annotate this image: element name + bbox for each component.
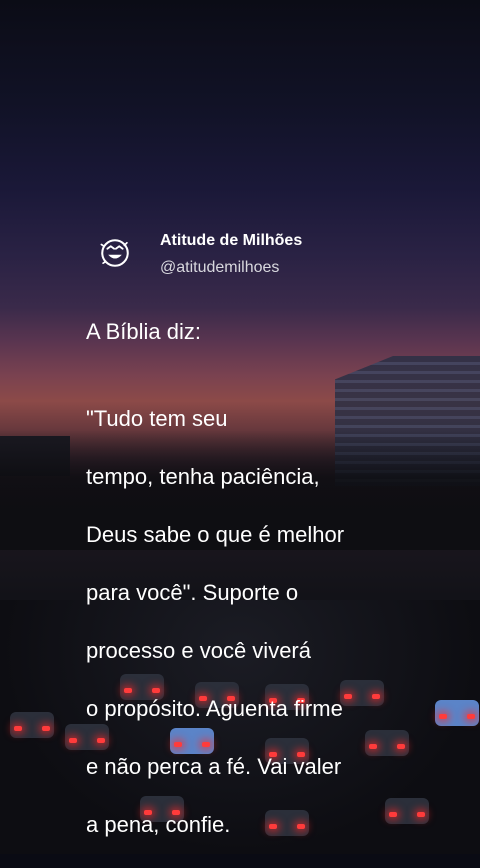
author-name[interactable]: Atitude de Milhões [160,232,302,250]
quote-line: a pena, confie. [86,812,231,837]
quote-line: processo e você viverá [86,638,311,663]
quote-text: A Bíblia diz: "Tudo tem seu tempo, tenha… [86,288,426,868]
author-handle[interactable]: @atitudemilhoes [160,259,279,277]
quote-intro: A Bíblia diz: [86,319,201,344]
quote-line: tempo, tenha paciência, [86,464,320,489]
post-header: Atitude de Milhões @atitudemilhoes [98,230,398,280]
quote-line: o propósito. Aguenta firme [86,696,343,721]
quote-line: para você". Suporte o [86,580,299,605]
quote-line: Deus sabe o que é melhor [86,522,345,547]
car [435,700,479,726]
car [10,712,54,738]
quote-line: "Tudo tem seu [86,406,228,431]
quote-line: e não perca a fé. Vai valer [86,754,342,779]
smiley-face-icon [100,239,129,267]
